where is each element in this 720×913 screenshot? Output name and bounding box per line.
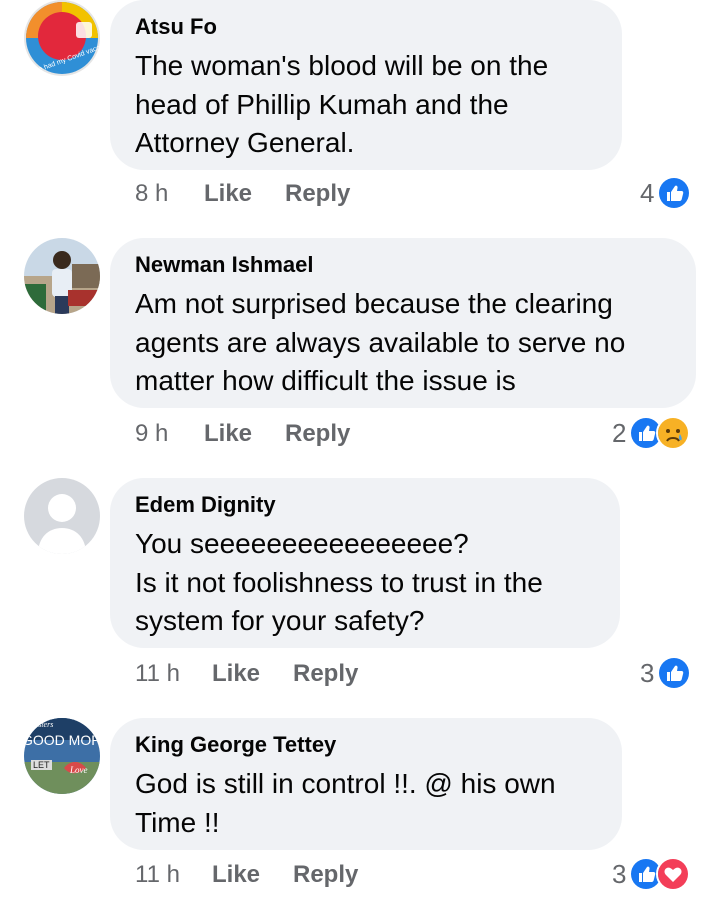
default-profile-icon (24, 478, 100, 554)
like-button[interactable]: Like (212, 659, 293, 689)
comment-line: You seeeeeeeeeeeeeeee? (135, 528, 469, 559)
avatar-caption: GOOD MOR (24, 732, 100, 748)
comment-line: matter how difficult the issue is (135, 365, 516, 396)
comment-line: The woman's blood will be on the (135, 50, 549, 81)
comment-line: Am not surprised because the clearing (135, 288, 613, 319)
reaction-summary[interactable]: 2 (612, 416, 691, 450)
author-name[interactable]: Newman Ishmael (135, 251, 671, 279)
reply-button[interactable]: Reply (293, 659, 358, 689)
like-icon (657, 176, 692, 210)
avatar-caption: Love (70, 765, 88, 775)
comment-text: You seeeeeeeeeeeeeeee? Is it not foolish… (135, 525, 595, 641)
comment-bubble: King George Tettey God is still in contr… (110, 718, 622, 850)
author-name[interactable]: Edem Dignity (135, 491, 595, 519)
reaction-count: 4 (640, 177, 655, 208)
comment-line: Time !! (135, 806, 220, 838)
like-button[interactable]: Like (204, 419, 285, 449)
avatar[interactable]: I've had my Covid vaccine (24, 0, 100, 76)
reaction-summary[interactable]: 3 (640, 656, 692, 690)
reply-button[interactable]: Reply (285, 179, 350, 209)
comment-actions: 9 h Like Reply (135, 419, 350, 449)
greeting-image-avatar-icon (24, 718, 100, 794)
reaction-summary[interactable]: 4 (640, 176, 692, 210)
like-button[interactable]: Like (204, 179, 285, 209)
avatar-caption: Sisters (32, 720, 54, 729)
comment-line: Attorney General. (135, 127, 355, 158)
like-button[interactable]: Like (212, 860, 293, 890)
reply-button[interactable]: Reply (293, 860, 358, 890)
comment-line: system for your safety? (135, 605, 425, 636)
person-photo-avatar-icon (24, 238, 100, 314)
comment-bubble: Newman Ishmael Am not surprised because … (110, 238, 696, 408)
comment-line: agents are always available to serve no (135, 326, 626, 358)
avatar-caption: LET (31, 760, 52, 770)
like-icon (657, 656, 692, 690)
avatar[interactable] (24, 238, 100, 314)
reaction-count: 2 (612, 417, 627, 448)
avatar[interactable] (24, 478, 100, 554)
comment-bubble: Edem Dignity You seeeeeeeeeeeeeeee? Is i… (110, 478, 620, 648)
love-icon (656, 857, 691, 891)
comment-text: Am not surprised because the clearing ag… (135, 285, 671, 401)
comment-line: head of Phillip Kumah and the (135, 88, 509, 120)
comment-actions: 8 h Like Reply (135, 179, 350, 209)
author-name[interactable]: Atsu Fo (135, 13, 597, 41)
timestamp[interactable]: 9 h (135, 419, 204, 449)
avatar[interactable]: Sisters GOOD MOR LET Love (24, 718, 100, 794)
reaction-count: 3 (640, 657, 655, 688)
timestamp[interactable]: 8 h (135, 179, 204, 209)
comment-text: God is still in control !!. @ his own Ti… (135, 765, 597, 842)
reply-button[interactable]: Reply (285, 419, 350, 449)
comment-actions: 11 h Like Reply (135, 659, 358, 689)
comment-text: The woman's blood will be on the head of… (135, 47, 597, 163)
sad-icon (656, 416, 691, 450)
timestamp[interactable]: 11 h (135, 659, 212, 689)
reaction-count: 3 (612, 858, 627, 889)
timestamp[interactable]: 11 h (135, 860, 212, 890)
comment-actions: 11 h Like Reply (135, 860, 358, 890)
author-name[interactable]: King George Tettey (135, 731, 597, 759)
reaction-summary[interactable]: 3 (612, 857, 691, 891)
comment-line: Is it not foolishness to trust in the (135, 566, 543, 598)
comment-bubble: Atsu Fo The woman's blood will be on the… (110, 0, 622, 170)
comment-line: God is still in control !!. @ his own (135, 768, 556, 799)
